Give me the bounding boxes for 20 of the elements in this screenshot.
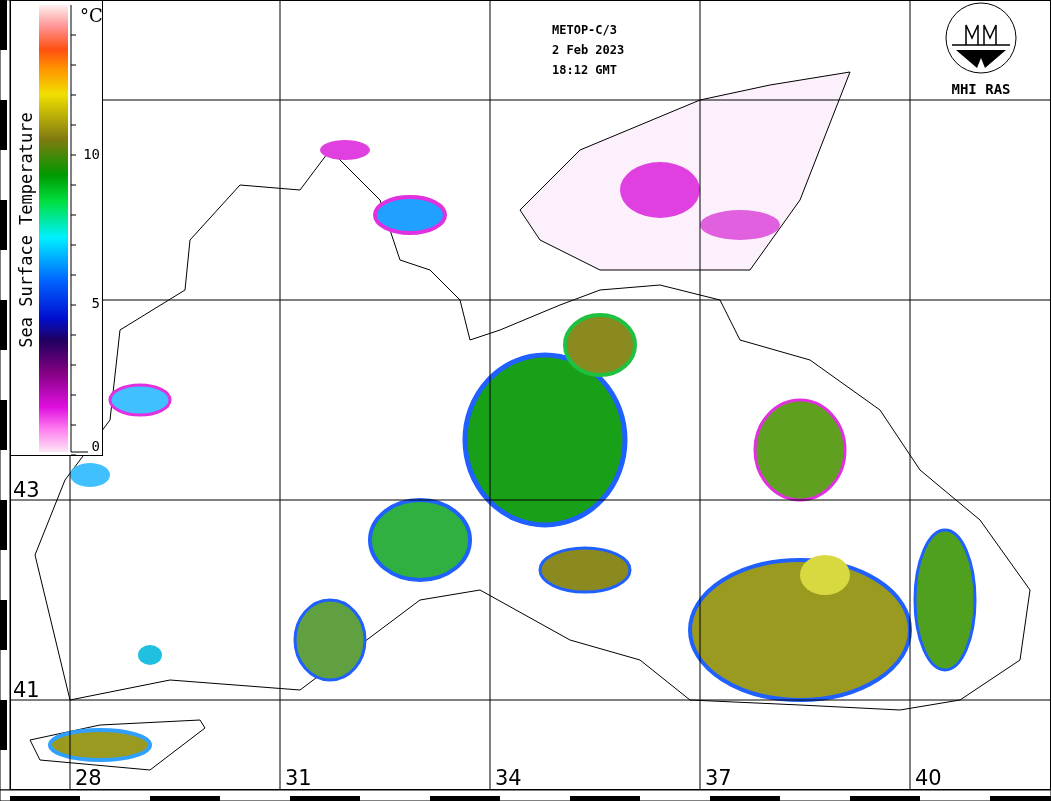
tick-label: 5: [91, 295, 100, 312]
longitude-label: 37: [705, 766, 732, 790]
tick-label: 10: [83, 145, 100, 162]
tick-label: 0: [91, 438, 100, 454]
longitude-label: 40: [915, 766, 942, 790]
logo-text: MHI RAS: [951, 81, 1011, 97]
temperature-patch: [138, 645, 162, 665]
temperature-patch: [320, 140, 370, 160]
header-text: METOP-C/3: [552, 23, 618, 37]
longitude-label: 28: [75, 766, 102, 790]
header-text: 2 Feb 2023: [552, 43, 625, 57]
temperature-patch: [108, 383, 172, 417]
longitude-label: 31: [285, 766, 312, 790]
longitude-label: 34: [495, 766, 522, 790]
latitude-label: 41: [13, 678, 40, 702]
header-text: 18:12 GMT: [552, 63, 618, 77]
temperature-patch: [70, 463, 110, 487]
unit-label: °C: [80, 5, 103, 26]
colorbar-title: Sea Surface Temperature: [16, 112, 36, 348]
latitude-label: 43: [13, 478, 40, 502]
